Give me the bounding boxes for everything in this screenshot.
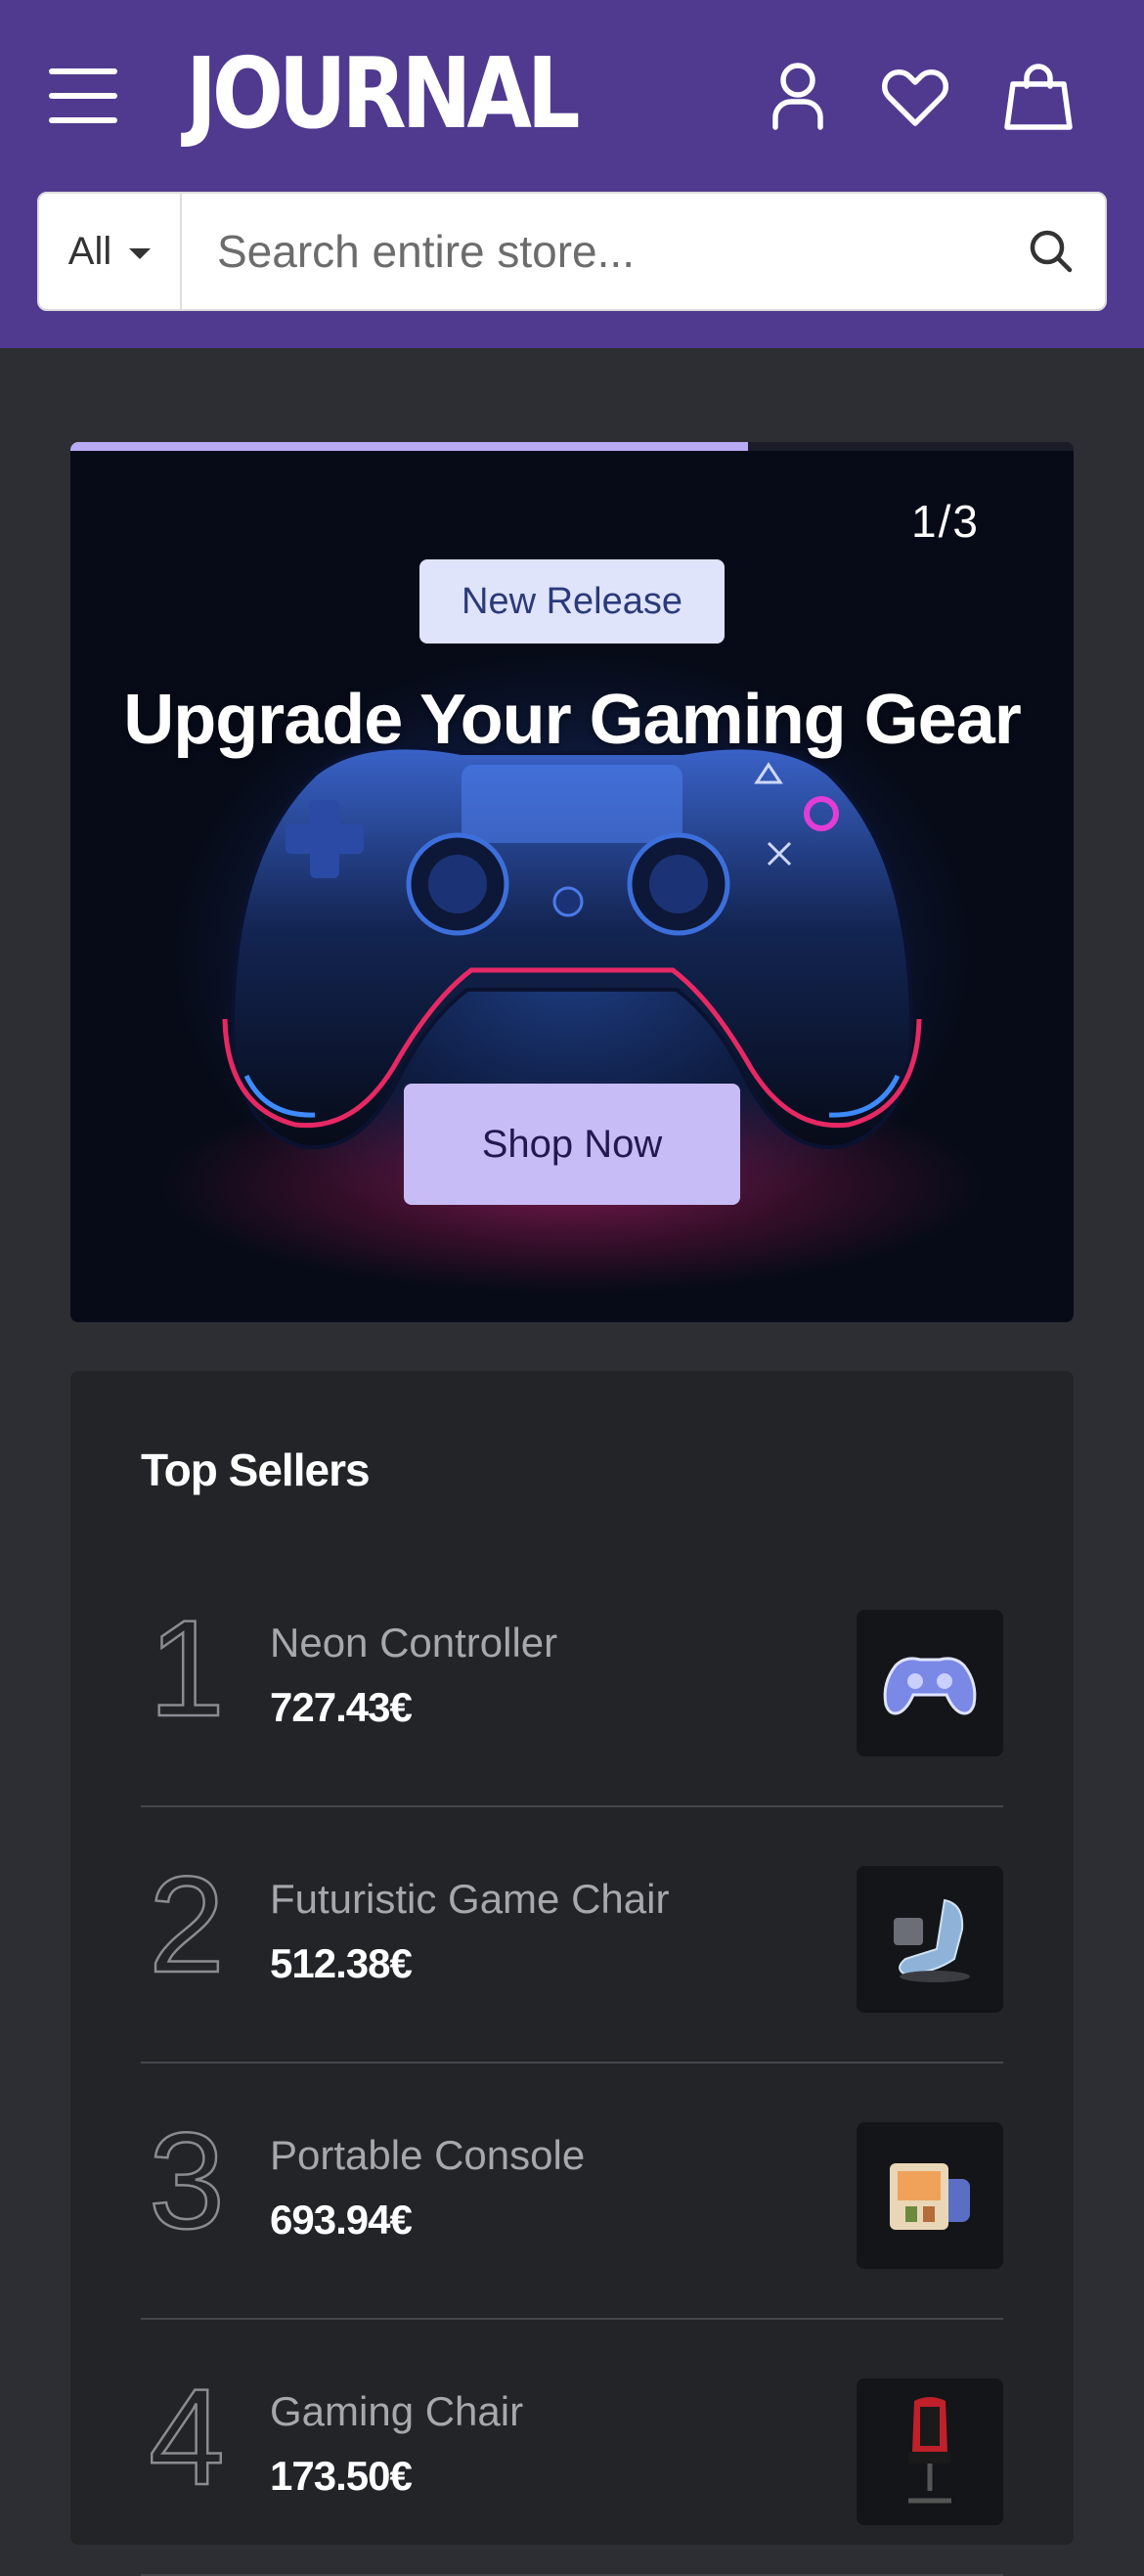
list-item[interactable]: 3 Portable Console 693.94€: [141, 2064, 1003, 2320]
product-name: Gaming Chair: [270, 2388, 524, 2434]
product-name: Futuristic Game Chair: [270, 1876, 670, 1922]
search-icon[interactable]: [997, 194, 1105, 309]
slide-progress-bar: [70, 442, 748, 451]
hero-banner[interactable]: 1/3 New Release Upgrade Your Gaming Gear…: [70, 442, 1074, 1322]
list-item[interactable]: 1 Neon Controller 727.43€: [141, 1551, 1003, 1807]
search-category-select[interactable]: All: [39, 194, 182, 309]
shop-now-button[interactable]: Shop Now: [404, 1084, 740, 1205]
account-icon[interactable]: [759, 57, 837, 135]
rank-number: 2: [148, 1847, 226, 2001]
site-logo[interactable]: JOURNAL: [186, 36, 581, 151]
product-price: 512.38€: [270, 1940, 413, 1986]
menu-icon[interactable]: [49, 68, 117, 123]
product-price: 173.50€: [270, 2453, 413, 2499]
slide-counter: 1/3: [911, 496, 980, 547]
new-release-badge: New Release: [419, 559, 725, 644]
top-sellers-section: Top Sellers 1 Neon Controller 727.43€ 2 …: [70, 1371, 1074, 2576]
product-name: Portable Console: [270, 2132, 586, 2178]
rank-number: 1: [148, 1591, 226, 1745]
game-controller-icon[interactable]: [857, 1610, 1003, 1756]
gaming-chair-icon[interactable]: [857, 2378, 1003, 2525]
search-input[interactable]: [182, 194, 997, 309]
rank-number: 3: [148, 2104, 226, 2257]
cart-bag-icon[interactable]: [999, 57, 1078, 135]
rank-number: 4: [148, 2360, 226, 2513]
product-price: 727.43€: [270, 1684, 413, 1730]
wishlist-heart-icon[interactable]: [876, 57, 954, 135]
list-item[interactable]: 2 Futuristic Game Chair 512.38€: [141, 1807, 1003, 2064]
site-header: JOURNAL All: [0, 0, 1144, 348]
product-price: 693.94€: [270, 2197, 413, 2243]
caret-down-icon: [129, 247, 152, 259]
game-chair-icon[interactable]: [857, 1866, 1003, 2013]
portable-console-icon[interactable]: [857, 2122, 1003, 2269]
search-bar: All: [37, 192, 1107, 311]
hero-title: Upgrade Your Gaming Gear: [123, 681, 1022, 759]
slide-progress-track: [70, 442, 1074, 451]
product-name: Neon Controller: [270, 1620, 558, 1666]
search-category-label: All: [67, 229, 112, 273]
section-title: Top Sellers: [141, 1444, 371, 1495]
list-item[interactable]: 4 Gaming Chair 173.50€: [141, 2320, 1003, 2576]
